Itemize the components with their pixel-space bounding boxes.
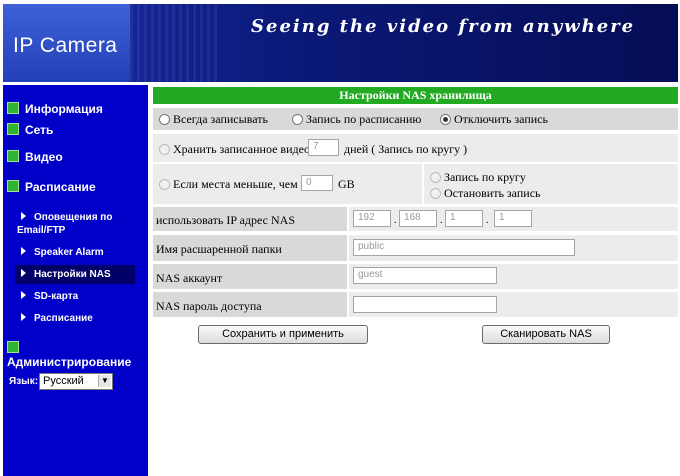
ip-octet-4[interactable]: 1 <box>494 210 532 227</box>
radio-label: Всегда записывать <box>173 112 268 126</box>
folder-label: Имя расшаренной папки <box>156 242 282 256</box>
triangle-icon <box>21 313 26 321</box>
language-label: Язык: <box>9 376 39 387</box>
ip-octet-1[interactable]: 192 <box>353 210 391 227</box>
ip-label: использовать IP адрес NAS <box>156 213 295 227</box>
radio-icon <box>430 187 441 199</box>
sidebar-item-label: Сеть <box>25 123 54 137</box>
sidebar-item-label: Информация <box>25 102 103 116</box>
ip-value-cell: 192 . 168 . 1 . 1 <box>349 207 678 231</box>
password-label-cell: NAS пароль доступа <box>153 292 347 317</box>
radio-icon <box>159 113 170 125</box>
folder-value-cell: public <box>349 235 678 261</box>
sidebar-item-label: Видео <box>25 150 63 164</box>
radio-icon <box>430 171 441 183</box>
account-value-cell: guest <box>349 264 678 289</box>
ip-label-cell: использовать IP адрес NAS <box>153 207 347 231</box>
account-label: NAS аккаунт <box>156 271 223 285</box>
radio-label: Запись по кругу <box>444 170 526 184</box>
radio-always-record[interactable]: Всегда записывать <box>159 112 268 127</box>
sidebar: Информация Сеть Видео Расписание Оповеще… <box>3 85 148 476</box>
triangle-icon <box>21 269 26 277</box>
space-row: Если места меньше, чем 0 GB <box>153 164 422 204</box>
sidebar-item-label: SD-карта <box>34 291 79 302</box>
folder-label-cell: Имя расшаренной папки <box>153 235 347 261</box>
sidebar-item-label: Расписание <box>25 180 96 194</box>
sidebar-item-info[interactable]: Информация <box>7 101 103 116</box>
space-unit: GB <box>338 177 355 191</box>
radio-disable-record[interactable]: Отключить запись <box>440 112 548 127</box>
sidebar-item-email-ftp[interactable]: Оповещения по Email/FTP <box>17 211 127 237</box>
radio-label: Хранить записанное видео <box>173 142 310 156</box>
radio-icon <box>292 113 303 125</box>
password-value-cell <box>349 292 678 317</box>
radio-icon <box>159 178 170 190</box>
logo-box: IP Camera <box>3 4 130 82</box>
space-action-row: Запись по кругу Остановить запись <box>424 164 678 204</box>
sidebar-item-sub-schedule[interactable]: Расписание <box>17 312 93 325</box>
language-select[interactable]: Русский ▼ <box>39 373 113 390</box>
space-gb-input[interactable]: 0 <box>301 175 333 191</box>
sidebar-item-label: Администрирование <box>7 355 132 369</box>
radio-label: Запись по расписанию <box>306 112 422 126</box>
triangle-icon <box>21 212 26 220</box>
header-banner: IP Camera Seeing the video from anywhere <box>3 4 678 82</box>
radio-label: Если места меньше, чем <box>173 177 298 191</box>
radio-loop-record[interactable]: Запись по кругу <box>430 170 526 185</box>
keep-days-row: Хранить записанное видео 7 дней ( Запись… <box>153 134 678 162</box>
triangle-icon <box>21 291 26 299</box>
triangle-icon <box>21 247 26 255</box>
bullet-icon <box>7 122 19 135</box>
radio-label: Остановить запись <box>444 186 541 200</box>
keep-days-suffix: дней ( Запись по кругу ) <box>344 142 468 156</box>
sidebar-item-schedule[interactable]: Расписание <box>7 179 96 194</box>
page-title: Настройки NAS хранилища <box>153 87 678 104</box>
account-label-cell: NAS аккаунт <box>153 264 347 289</box>
folder-input[interactable]: public <box>353 239 575 256</box>
bullet-icon <box>7 340 19 353</box>
chevron-down-icon: ▼ <box>98 375 111 387</box>
sidebar-item-sd-card[interactable]: SD-карта <box>17 290 78 303</box>
ip-octet-3[interactable]: 1 <box>445 210 483 227</box>
bullet-icon <box>7 179 19 192</box>
sidebar-item-nas-settings[interactable]: Настройки NAS <box>15 265 135 284</box>
scan-nas-button[interactable]: Сканировать NAS <box>482 325 610 344</box>
password-input[interactable] <box>353 296 497 313</box>
sidebar-item-video[interactable]: Видео <box>7 149 63 164</box>
ip-dot: . <box>394 215 397 226</box>
sidebar-item-label: Настройки NAS <box>34 269 111 280</box>
ip-dot: . <box>440 215 443 226</box>
banner-decoration <box>130 4 220 82</box>
radio-stop-record[interactable]: Остановить запись <box>430 186 541 201</box>
radio-icon <box>159 143 170 155</box>
record-mode-row: Всегда записывать Запись по расписанию О… <box>153 108 678 130</box>
bullet-icon <box>7 149 19 162</box>
sidebar-item-label: Расписание <box>34 313 93 324</box>
radio-label: Отключить запись <box>454 112 548 126</box>
sidebar-item-admin[interactable]: Администрирование <box>7 340 148 369</box>
bullet-icon <box>7 101 19 114</box>
ip-octet-2[interactable]: 168 <box>399 210 437 227</box>
sidebar-item-speaker-alarm[interactable]: Speaker Alarm <box>17 246 104 259</box>
password-label: NAS пароль доступа <box>156 299 262 313</box>
logo-text: IP Camera <box>13 34 118 57</box>
radio-schedule-record[interactable]: Запись по расписанию <box>292 112 421 127</box>
sidebar-item-label: Speaker Alarm <box>34 247 104 258</box>
radio-keep-days[interactable]: Хранить записанное видео <box>159 142 310 157</box>
radio-icon <box>440 113 451 125</box>
account-input[interactable]: guest <box>353 267 497 284</box>
ip-dot: . <box>486 215 489 226</box>
sidebar-item-network[interactable]: Сеть <box>7 122 54 137</box>
keep-days-input[interactable]: 7 <box>308 139 339 156</box>
sidebar-item-label: Оповещения по Email/FTP <box>17 212 113 236</box>
save-apply-button[interactable]: Сохранить и применить <box>198 325 368 344</box>
slogan: Seeing the video from anywhere <box>251 16 636 37</box>
radio-space-threshold[interactable]: Если места меньше, чем <box>159 177 298 192</box>
language-value: Русский <box>43 375 84 387</box>
